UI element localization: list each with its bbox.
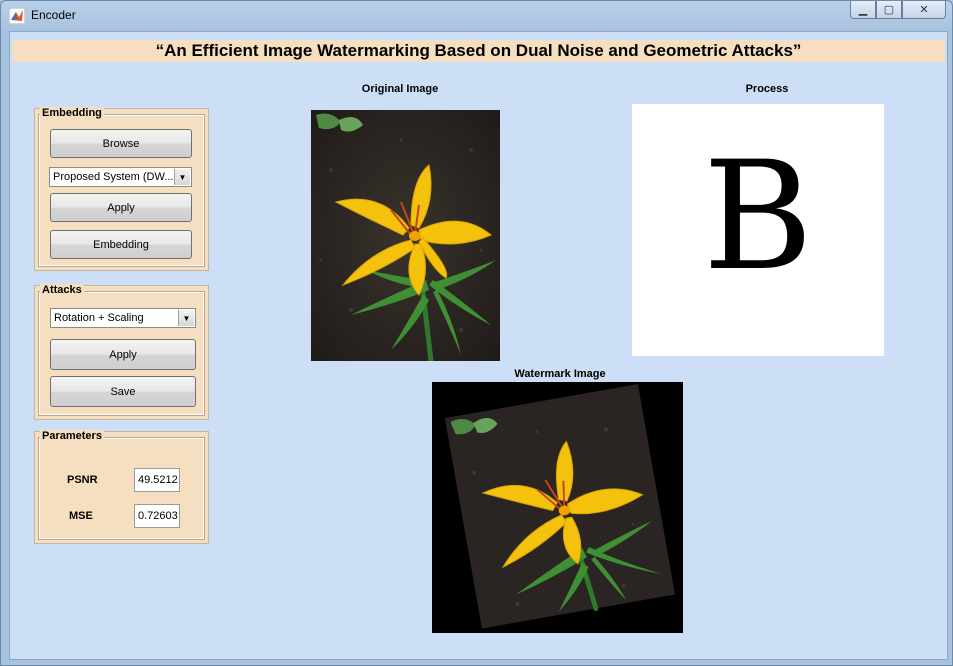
psnr-label: PSNR [67,474,98,486]
embedding-button[interactable]: Embedding [50,230,192,259]
title-bar: Encoder ▁ ▢ ✕ [1,1,952,31]
save-button[interactable]: Save [50,376,196,407]
dropdown-arrow-icon[interactable]: ▼ [174,169,190,185]
close-icon[interactable]: ✕ [902,1,946,19]
embedding-method-select[interactable]: Proposed System (DW... ▼ [49,167,192,187]
mse-field[interactable]: 0.72603 [134,504,180,528]
browse-button[interactable]: Browse [50,129,192,158]
page-title: “An Efficient Image Watermarking Based o… [155,41,802,60]
original-image-caption: Original Image [361,83,439,95]
client-area: “An Efficient Image Watermarking Based o… [9,31,948,660]
watermark-letter: B [702,130,814,304]
watermark-image-caption: Watermark Image [514,368,606,380]
attacks-panel-title: Attacks [40,284,84,296]
original-image [311,110,500,361]
attack-type-value: Rotation + Scaling [54,312,144,324]
attack-type-select[interactable]: Rotation + Scaling ▼ [50,308,196,328]
embedding-method-value: Proposed System (DW... [53,171,174,183]
rotated-lily-image [444,384,675,629]
process-caption: Process [745,83,789,95]
process-image: B [632,104,884,356]
lily-flower-image [311,110,500,361]
mse-label: MSE [69,510,93,522]
heading-bar: “An Efficient Image Watermarking Based o… [12,40,945,62]
dropdown-arrow-icon[interactable]: ▼ [178,310,194,326]
maximize-icon[interactable]: ▢ [876,1,902,19]
matlab-icon [9,8,25,24]
window-title: Encoder [31,8,76,22]
encoder-window: Encoder ▁ ▢ ✕ “An Efficient Image Waterm… [0,0,953,666]
minimize-icon[interactable]: ▁ [850,1,876,19]
watermark-image [432,382,683,633]
parameters-panel-title: Parameters [40,430,104,442]
embedding-panel: Embedding Browse Proposed System (DW... … [34,107,209,271]
embedding-apply-button[interactable]: Apply [50,193,192,222]
parameters-panel: Parameters PSNR 49.5212 MSE 0.72603 [34,430,209,544]
psnr-field[interactable]: 49.5212 [134,468,180,492]
attacks-apply-button[interactable]: Apply [50,339,196,370]
embedding-panel-title: Embedding [40,107,104,119]
attacks-panel: Attacks Rotation + Scaling ▼ Apply Save [34,284,209,420]
